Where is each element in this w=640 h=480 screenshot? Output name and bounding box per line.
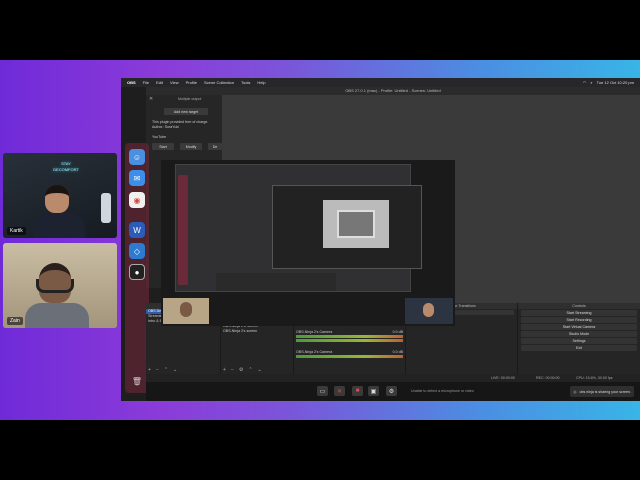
obs-status-bar: LIVE: 00:00:00 REC: 00:00:00 CPU: 15.6%,… <box>146 374 640 382</box>
live-status: LIVE: 00:00:00 <box>491 376 515 380</box>
rec-status: REC: 00:00:00 <box>536 376 560 380</box>
webcam-overlay-left <box>163 298 209 324</box>
nested-preview <box>272 185 422 269</box>
headphones-icon <box>36 279 74 293</box>
participant-name: Zain <box>7 317 23 325</box>
person-head <box>423 303 434 317</box>
chat-icon[interactable]: ▭ <box>317 386 328 396</box>
plugin-description: This plugin provided free of charge. <box>152 120 209 124</box>
nested-preview-deepest <box>337 210 375 238</box>
remove-icon[interactable]: − <box>231 367 234 373</box>
up-icon[interactable]: ⌃ <box>164 367 168 373</box>
finder-icon[interactable]: ☺ <box>129 149 145 165</box>
neon-sign: STAY DECOMFORT <box>53 161 79 172</box>
volume-meter <box>296 339 403 342</box>
studio-mode-button[interactable]: Studio Mode <box>521 331 637 337</box>
controls-panel: Controls Start Streaming Start Recording… <box>518 303 640 374</box>
panel-title: Multiple output <box>178 97 202 101</box>
start-recording-button[interactable]: Start Recording <box>521 317 637 323</box>
settings-icon[interactable]: ⚙ <box>386 386 397 396</box>
menu-file[interactable]: File <box>143 80 149 85</box>
nested-mixer <box>216 273 336 291</box>
exit-button[interactable]: Exit <box>521 345 637 351</box>
wifi-icon[interactable]: ◠ <box>583 80 587 85</box>
trash-icon[interactable]: 🗑 <box>129 373 145 389</box>
source-toolbar: + − ⚙ ⌃ ⌄ <box>223 367 262 373</box>
channel-db: 0.0 dB <box>392 350 403 354</box>
channel-db: 0.0 dB <box>392 330 403 334</box>
search-icon[interactable]: ⌕ <box>590 80 592 85</box>
media-notice: Unable to detect a microphone or video <box>411 389 474 393</box>
person-head <box>180 302 192 317</box>
down-icon[interactable]: ⌄ <box>173 367 177 373</box>
settings-button[interactable]: Settings <box>521 338 637 344</box>
menu-scene-collection[interactable]: Scene Collection <box>204 80 234 85</box>
word-icon[interactable]: W <box>129 222 145 238</box>
mac-menubar: OBS File Edit View Profile Scene Collect… <box>121 78 640 87</box>
participant-tile-zain[interactable]: Zain <box>3 243 117 328</box>
volume-meter <box>296 355 403 358</box>
clock[interactable]: Tue 12 Oct 10:20 pm <box>597 80 634 85</box>
share-icon: ◎ <box>573 389 577 394</box>
start-target-button[interactable]: Start <box>152 143 174 150</box>
obs-preview[interactable] <box>161 160 455 326</box>
plugin-author: Author: SoraYuki <box>152 125 179 129</box>
video-call-stage: STAY DECOMFORT Kartik Zain OBS File Edit… <box>0 60 640 420</box>
bottle-icon <box>101 193 111 223</box>
remove-icon[interactable]: − <box>156 367 159 373</box>
screen-share-icon[interactable]: ▣ <box>368 386 379 396</box>
close-icon[interactable]: ✕ <box>149 96 153 102</box>
obs-icon[interactable]: ● <box>129 264 145 280</box>
nested-screen-capture <box>175 164 422 292</box>
nested-dock-strip <box>178 175 188 285</box>
person-head <box>45 185 69 213</box>
webcam-overlay-right <box>405 298 453 324</box>
menu-profile[interactable]: Profile <box>186 80 197 85</box>
menu-help[interactable]: Help <box>257 80 265 85</box>
source-item[interactable]: OBS-Ninja 2's screen <box>221 329 293 334</box>
target-name: YouTube <box>152 135 167 139</box>
participant-name: Kartik <box>7 227 26 235</box>
up-icon[interactable]: ⌃ <box>248 367 252 373</box>
modify-target-button[interactable]: Modify <box>180 143 202 150</box>
vscode-icon[interactable]: ◇ <box>129 243 145 259</box>
scene-toolbar: + − ⌃ ⌄ <box>148 367 177 373</box>
menu-view[interactable]: View <box>170 80 179 85</box>
mail-icon[interactable]: ✉ <box>129 170 145 186</box>
add-target-button[interactable]: Add new target <box>164 108 208 115</box>
controls-header: Controls <box>518 303 640 309</box>
nested-preview-deep <box>323 200 389 248</box>
menu-edit[interactable]: Edit <box>156 80 163 85</box>
window-title: OBS 27.0.1 (mac) - Profile: Untitled - S… <box>146 87 640 95</box>
video-off-icon[interactable]: ■ <box>352 386 363 396</box>
down-icon[interactable]: ⌄ <box>258 367 262 373</box>
mic-muted-icon[interactable]: ✕ <box>334 386 345 396</box>
menu-tools[interactable]: Tools <box>241 80 250 85</box>
person-body <box>25 303 89 328</box>
add-icon[interactable]: + <box>148 367 151 373</box>
add-icon[interactable]: + <box>223 367 226 373</box>
menu-app[interactable]: OBS <box>127 80 136 85</box>
start-virtual-camera-button[interactable]: Start Virtual Camera <box>521 324 637 330</box>
start-streaming-button[interactable]: Start Streaming <box>521 310 637 316</box>
menubar-status: ◠ ⌕ Tue 12 Oct 10:20 pm <box>583 78 634 87</box>
mixer-channel: OBS-Ninja 2's Camera 0.0 dB <box>294 349 405 369</box>
share-text: obs ninja is sharing your screen. <box>579 389 631 394</box>
meeting-controls: ▭ ✕ ■ ▣ ⚙ Unable to detect a microphone … <box>146 382 640 401</box>
person-body <box>33 213 85 238</box>
mixer-channel: OBS-Ninja 2's Camera 0.0 dB <box>294 329 405 349</box>
volume-meter <box>296 335 403 338</box>
participant-tile-kartik[interactable]: STAY DECOMFORT Kartik <box>3 153 117 238</box>
cpu-status: CPU: 15.6%, 30.00 fps <box>576 376 613 380</box>
chrome-icon[interactable]: ◉ <box>129 192 145 208</box>
gear-icon[interactable]: ⚙ <box>239 367 243 373</box>
delete-target-button[interactable]: De <box>208 143 222 150</box>
sharing-notice: ◎ obs ninja is sharing your screen. <box>570 386 634 397</box>
